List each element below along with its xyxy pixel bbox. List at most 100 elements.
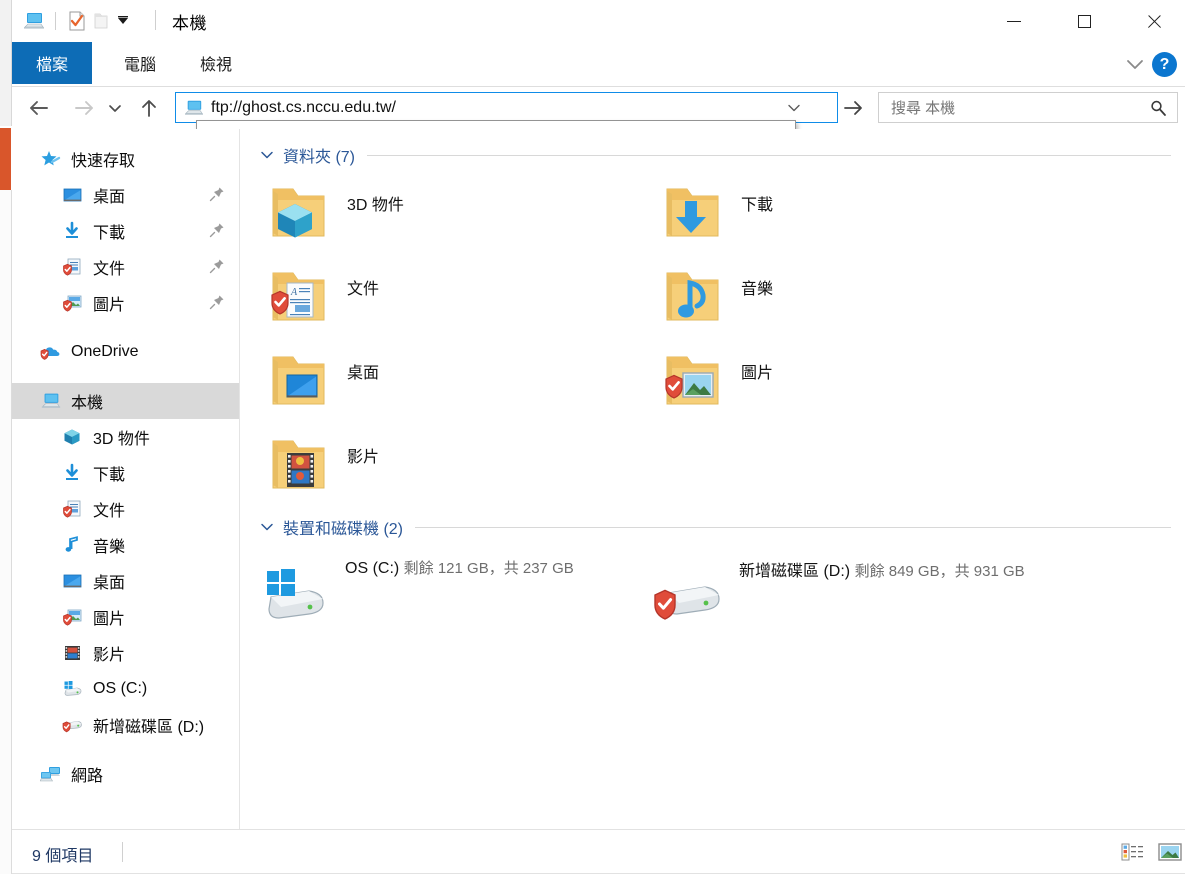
tab-view[interactable]: 檢視: [184, 42, 248, 84]
sidebar-item-videos[interactable]: 影片: [12, 635, 239, 671]
onedrive-shield-icon: [40, 342, 62, 362]
minimize-icon: [1007, 20, 1021, 22]
sidebar-item-documents-quick[interactable]: 文件: [12, 249, 239, 285]
chevron-down-icon[interactable]: [1122, 52, 1148, 76]
drive-tile-body: 新增磁碟區 (D:) 剩餘 849 GB，共 931 GB: [739, 549, 1031, 581]
back-button[interactable]: [22, 88, 56, 128]
sidebar-item-desktop[interactable]: 桌面: [12, 563, 239, 599]
minimize-button[interactable]: [991, 0, 1037, 42]
chevron-down-icon: [109, 105, 121, 112]
group-title: 裝置和磁碟機 (2): [283, 521, 404, 538]
search-icon[interactable]: [1149, 99, 1167, 117]
pin-icon[interactable]: [209, 258, 225, 274]
folder-tile-name: 文件: [347, 281, 380, 298]
quick-access-toolbar: [22, 6, 137, 36]
sidebar-item-this-pc[interactable]: 本機: [12, 383, 239, 419]
pin-icon[interactable]: [209, 294, 225, 310]
pin-icon[interactable]: [209, 186, 225, 202]
documents-shield-icon: [62, 499, 84, 519]
svg-text:A: A: [290, 287, 298, 298]
up-one-level-button[interactable]: [132, 88, 166, 128]
folder-tile-music[interactable]: 音樂: [653, 261, 1063, 344]
drive-name: OS (C:): [345, 560, 400, 577]
this-pc-icon: [183, 99, 205, 117]
tab-computer[interactable]: 電腦: [108, 42, 172, 84]
sidebar-item-pictures-quick[interactable]: 圖片: [12, 285, 239, 321]
sidebar-item-network[interactable]: 網路: [12, 756, 239, 792]
chevron-down-icon[interactable]: [113, 10, 137, 32]
folder-downloads-icon: [653, 177, 733, 253]
folder-tile-videos[interactable]: 影片: [259, 429, 669, 512]
sidebar-item-drive-c[interactable]: OS (C:): [12, 671, 239, 707]
star-pin-icon: [40, 149, 62, 169]
sidebar-item-drive-d[interactable]: 新增磁碟區 (D:): [12, 707, 239, 743]
sidebar-item-downloads-quick[interactable]: 下載: [12, 213, 239, 249]
sidebar-item-onedrive[interactable]: OneDrive: [12, 334, 239, 370]
sidebar-item-pictures[interactable]: 圖片: [12, 599, 239, 635]
group-header-drives[interactable]: 裝置和磁碟機 (2): [241, 513, 1185, 541]
drive-tile-d[interactable]: 新增磁碟區 (D:) 剩餘 849 GB，共 931 GB: [653, 549, 1063, 629]
new-folder-icon[interactable]: [89, 10, 113, 32]
sidebar-item-3d-objects[interactable]: 3D 物件: [12, 419, 239, 455]
drive-name: 新增磁碟區 (D:): [739, 563, 851, 580]
explorer-body: 快速存取 桌面 下載 文件 圖片 OneDrive 本機 3D 物件 下載 文件…: [12, 129, 1185, 829]
sidebar-item-label: 音樂: [93, 539, 126, 556]
drive-shield-icon: [653, 563, 729, 629]
sidebar-item-label: 文件: [93, 503, 126, 520]
close-button[interactable]: [1131, 0, 1177, 42]
folder-tile-name: 圖片: [741, 365, 774, 382]
sidebar-item-label: 快速存取: [71, 153, 136, 170]
tab-file[interactable]: 檔案: [12, 42, 92, 84]
this-pc-icon[interactable]: [22, 10, 46, 32]
content-pane[interactable]: 資料夾 (7) 3D 物件 下載 A 文件 音樂 桌面 圖片 影片 裝置和磁碟機…: [241, 129, 1185, 829]
pin-icon[interactable]: [209, 222, 225, 238]
folder-desktop-icon: [259, 345, 339, 421]
sidebar-item-desktop-quick[interactable]: 桌面: [12, 177, 239, 213]
maximize-button[interactable]: [1061, 0, 1107, 42]
background-window-top: [0, 0, 12, 126]
sidebar-item-music[interactable]: 音樂: [12, 527, 239, 563]
sidebar-item-label: 下載: [93, 467, 126, 484]
sidebar-item-documents[interactable]: 文件: [12, 491, 239, 527]
forward-button[interactable]: [67, 88, 101, 128]
tab-computer-label: 電腦: [124, 57, 157, 74]
folder-tile-name: 影片: [347, 449, 380, 466]
3d-objects-icon: [62, 427, 84, 447]
recent-locations-button[interactable]: [104, 88, 126, 128]
folder-tile-documents[interactable]: A 文件: [259, 261, 669, 344]
folder-tile-downloads[interactable]: 下載: [653, 177, 1063, 260]
documents-shield-icon: [62, 257, 84, 277]
sidebar-item-label: 本機: [71, 395, 104, 412]
sidebar-item-label: 3D 物件: [93, 431, 150, 448]
chevron-down-icon[interactable]: [259, 147, 275, 163]
drive-shield-icon: [62, 715, 84, 735]
sidebar-item-label: 下載: [93, 225, 126, 242]
downloads-icon: [62, 221, 84, 241]
folder-tile-3d-objects[interactable]: 3D 物件: [259, 177, 669, 260]
window-title: 本機: [172, 14, 207, 33]
details-view-icon[interactable]: [1120, 840, 1146, 864]
status-divider: [122, 842, 123, 862]
group-header-folders[interactable]: 資料夾 (7): [241, 141, 1185, 169]
sidebar-item-quick-access[interactable]: 快速存取: [12, 141, 239, 177]
address-input[interactable]: ftp://ghost.cs.nccu.edu.tw/: [175, 92, 838, 123]
folder-tile-body: 圖片: [741, 345, 773, 383]
folder-tile-pictures[interactable]: 圖片: [653, 345, 1063, 428]
properties-icon[interactable]: [65, 10, 89, 32]
sidebar-item-downloads[interactable]: 下載: [12, 455, 239, 491]
drive-tile-c[interactable]: OS (C:) 剩餘 121 GB，共 237 GB: [259, 549, 669, 629]
folder-tile-name: 下載: [741, 197, 774, 214]
search-input[interactable]: 搜尋 本機: [878, 92, 1178, 123]
large-icons-view-icon[interactable]: [1157, 840, 1183, 864]
go-button[interactable]: [842, 98, 868, 118]
folder-tile-body: 文件: [347, 261, 379, 299]
sidebar-item-label: 新增磁碟區 (D:): [93, 719, 205, 736]
chevron-down-icon[interactable]: [259, 519, 275, 535]
help-button[interactable]: ?: [1152, 52, 1177, 77]
folders-tile-grid: 3D 物件 下載 A 文件 音樂 桌面 圖片 影片: [241, 169, 1185, 509]
chevron-down-icon[interactable]: [787, 102, 801, 114]
navigation-pane: 快速存取 桌面 下載 文件 圖片 OneDrive 本機 3D 物件 下載 文件…: [12, 129, 240, 829]
folder-tile-body: 3D 物件: [347, 177, 404, 215]
folder-tile-desktop[interactable]: 桌面: [259, 345, 669, 428]
